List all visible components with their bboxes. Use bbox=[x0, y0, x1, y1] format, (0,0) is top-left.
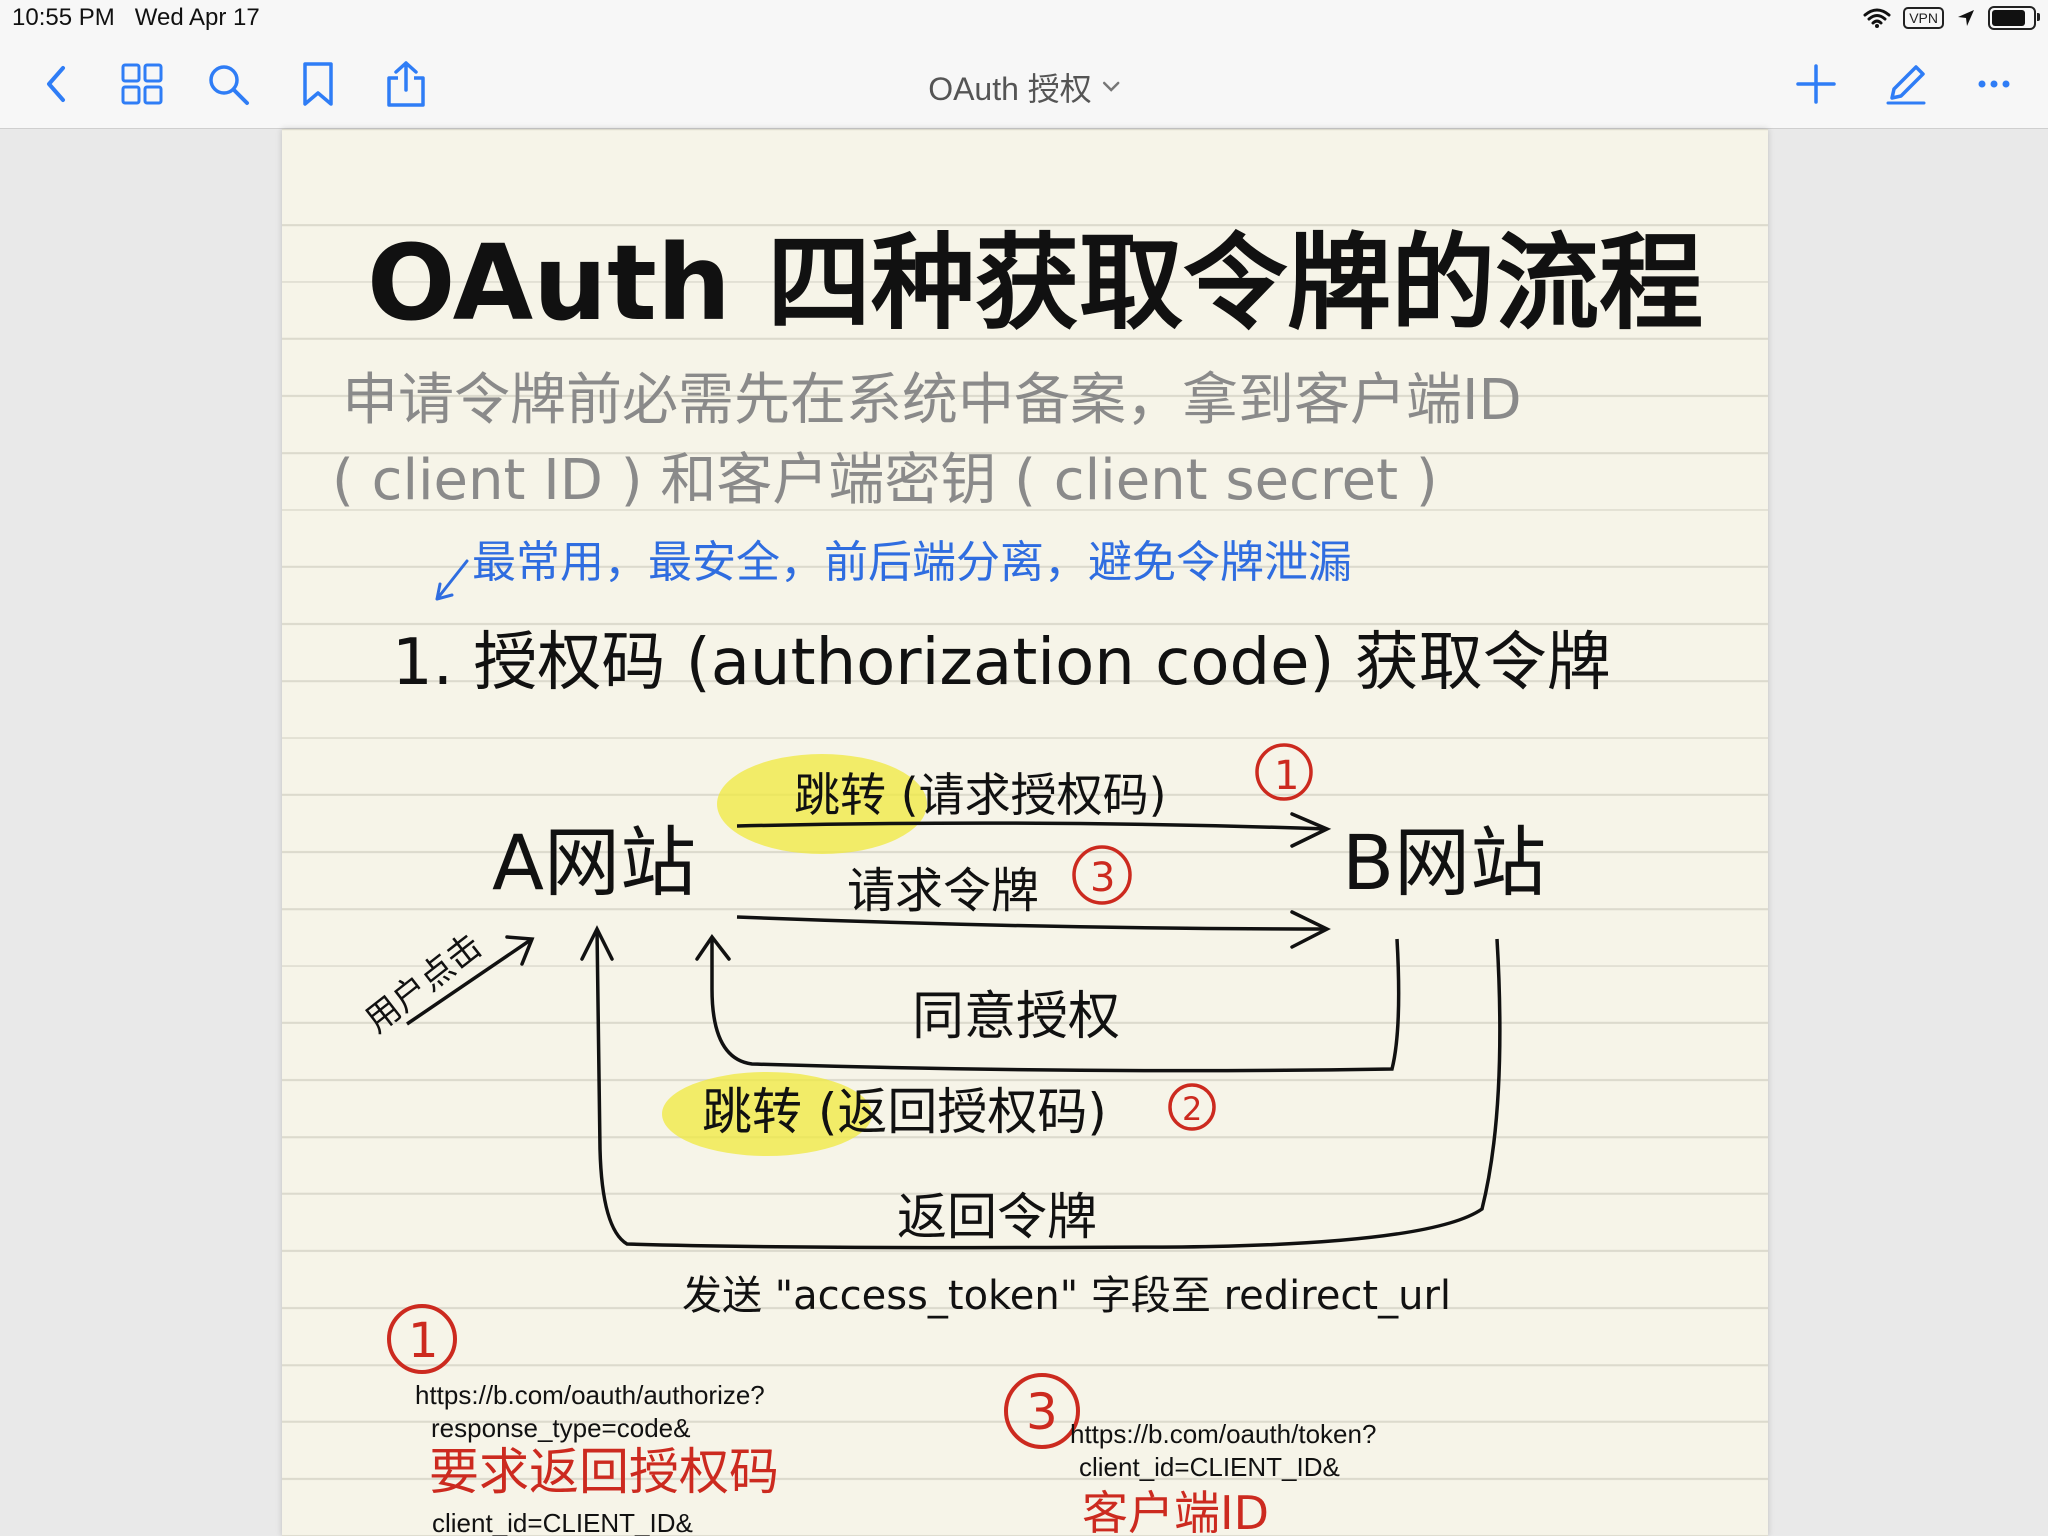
detail3-number: 3 bbox=[1026, 1383, 1058, 1441]
more-button[interactable] bbox=[1968, 58, 2020, 110]
bookmark-button[interactable] bbox=[292, 58, 344, 110]
back-chevron-icon bbox=[47, 66, 65, 102]
step3-number: 3 bbox=[1090, 855, 1115, 901]
step1-number: 1 bbox=[1274, 753, 1299, 799]
status-indicators: VPN bbox=[1863, 6, 2040, 30]
thumbnails-grid-icon bbox=[121, 63, 163, 105]
step2-label: 跳转 (返回授权码) bbox=[702, 1083, 1107, 1141]
share-icon bbox=[387, 61, 425, 107]
step1-label: 跳转 (请求授权码) bbox=[794, 768, 1167, 822]
status-date-text: Wed Apr 17 bbox=[134, 4, 260, 31]
add-icon bbox=[1796, 64, 1836, 104]
document-title: OAuth 授权 bbox=[928, 71, 1092, 107]
detail3-url: https://b.com/oauth/token? bbox=[1070, 1419, 1376, 1449]
pencil-icon bbox=[1886, 65, 1926, 105]
search-button[interactable] bbox=[202, 58, 254, 110]
search-icon bbox=[209, 65, 249, 105]
add-page-button[interactable] bbox=[1790, 58, 1842, 110]
detail1-number: 1 bbox=[408, 1313, 439, 1369]
note-page[interactable]: OAuth 四种获取令牌的流程 申请令牌前必需先在系统中备案，拿到客户端ID (… bbox=[282, 129, 1768, 1536]
step3-label: 请求令牌 bbox=[847, 863, 1039, 919]
toolbar: OAuth 授权 bbox=[0, 40, 2048, 129]
vpn-badge: VPN bbox=[1903, 7, 1944, 29]
intro-line-1: 申请令牌前必需先在系统中备案，拿到客户端ID bbox=[342, 368, 1522, 433]
intro-line-2: ( client ID ) 和客户端密钥 ( client secret ) bbox=[332, 448, 1438, 513]
detail1-line3: client_id=CLIENT_ID& bbox=[432, 1508, 693, 1536]
note-title: OAuth 四种获取令牌的流程 bbox=[367, 222, 1703, 344]
share-button[interactable] bbox=[380, 58, 432, 110]
annotation-text: 最常用，最安全，前后端分离，避免令牌泄漏 bbox=[472, 537, 1352, 588]
detail1-line2: response_type=code& bbox=[431, 1413, 690, 1443]
detail1-note: 要求返回授权码 bbox=[429, 1443, 779, 1501]
more-icon bbox=[1978, 80, 2010, 88]
user-click-label: 用户点击 bbox=[358, 926, 490, 1041]
back-button[interactable] bbox=[30, 58, 82, 110]
node-b-label: B网站 bbox=[1342, 818, 1546, 907]
document-title-button[interactable]: OAuth 授权 bbox=[928, 64, 1120, 110]
chevron-down-icon bbox=[1102, 81, 1120, 92]
detail3-line2: client_id=CLIENT_ID& bbox=[1079, 1452, 1340, 1482]
status-bar: 10:55 PM Wed Apr 17 VPN bbox=[0, 0, 2048, 40]
section-1-title: 1. 授权码 (authorization code) 获取令牌 bbox=[392, 626, 1611, 700]
battery-icon bbox=[1988, 6, 2040, 30]
send-token-note: 发送 "access_token" 字段至 redirect_url bbox=[682, 1273, 1451, 1319]
step2-number: 2 bbox=[1182, 1090, 1202, 1128]
annotation-arrow bbox=[435, 559, 469, 601]
edit-button[interactable] bbox=[1880, 58, 1932, 110]
battery-fill bbox=[1992, 10, 2026, 26]
status-time-text: 10:55 PM bbox=[12, 4, 115, 31]
consent-label: 同意授权 bbox=[912, 987, 1120, 1047]
location-arrow-icon bbox=[1958, 10, 1974, 26]
bookmark-icon bbox=[303, 62, 333, 106]
thumbnails-button[interactable] bbox=[116, 58, 168, 110]
return-token-label: 返回令牌 bbox=[897, 1188, 1097, 1246]
handwritten-canvas: OAuth 四种获取令牌的流程 申请令牌前必需先在系统中备案，拿到客户端ID (… bbox=[332, 222, 1703, 1536]
detail1-url: https://b.com/oauth/authorize? bbox=[415, 1380, 765, 1410]
node-a-label: A网站 bbox=[492, 818, 696, 907]
detail3-note: 客户端ID bbox=[1082, 1486, 1269, 1536]
status-time: 10:55 PM Wed Apr 17 bbox=[12, 4, 260, 32]
wifi-icon bbox=[1863, 8, 1891, 28]
